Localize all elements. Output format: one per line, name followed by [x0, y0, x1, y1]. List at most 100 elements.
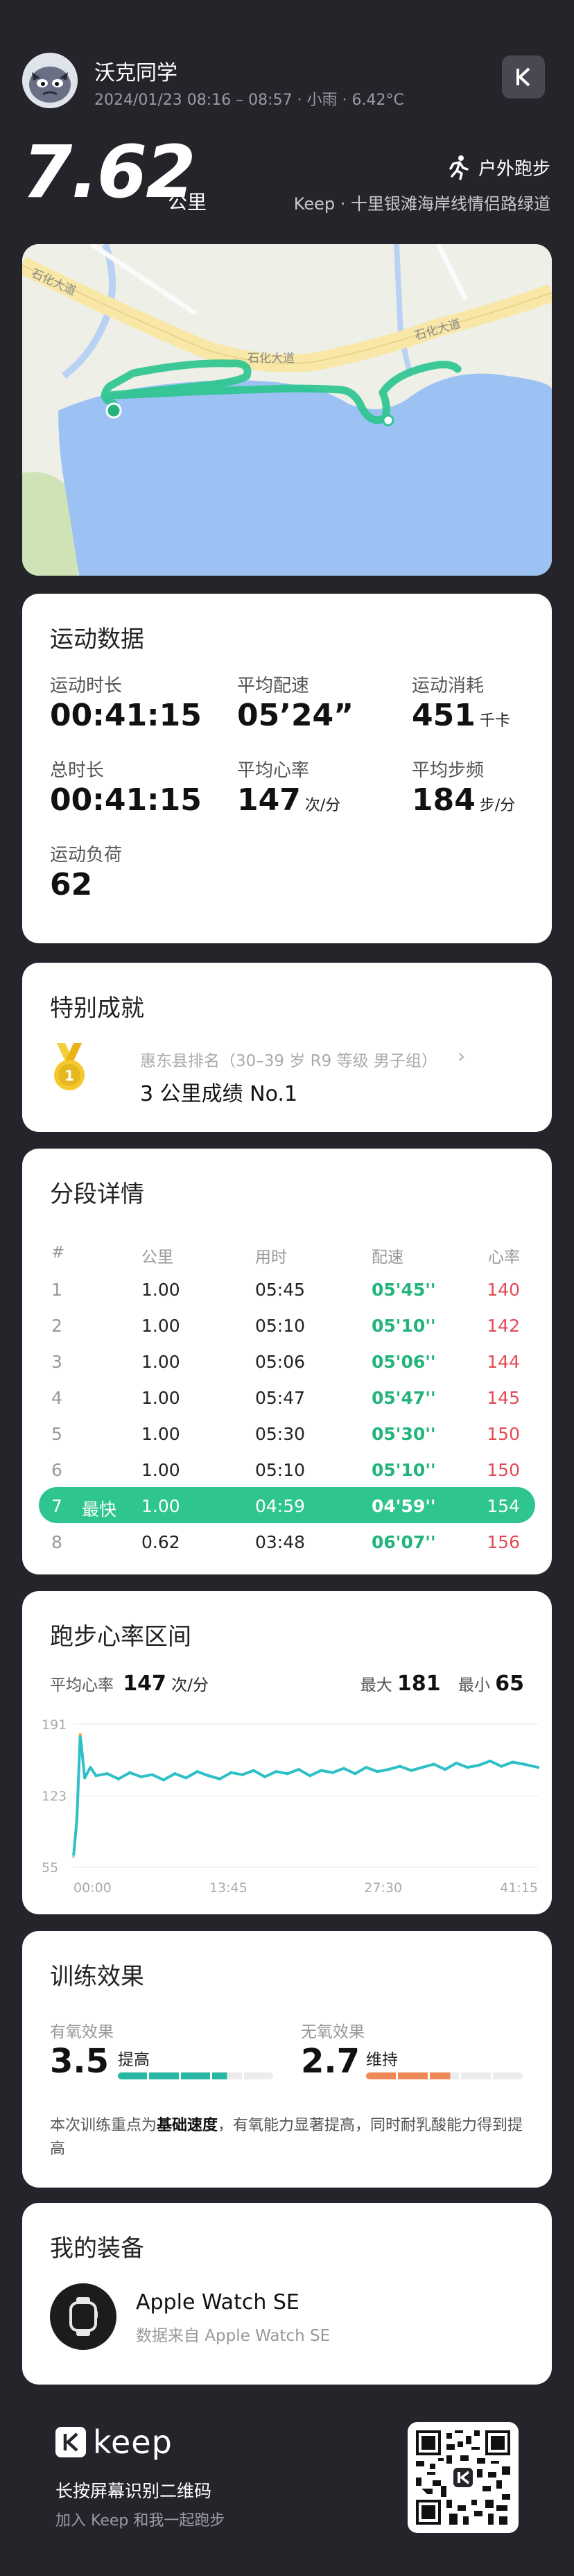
fastest-tag: 最快	[82, 1500, 117, 1520]
heart-rate-point	[365, 1765, 368, 1769]
workout-header: 沃克同学 2024/01/23 08:16 – 08:57 · 小雨 · 6.4…	[0, 0, 574, 236]
heart-rate-point	[421, 1765, 424, 1769]
heart-rate-point	[488, 1759, 492, 1763]
stat-value-duration: 00:41:15	[50, 698, 202, 733]
heart-rate-point	[308, 1774, 312, 1778]
heart-rate-point	[116, 1777, 121, 1780]
col-index: #	[51, 1244, 65, 1262]
col-pace: 配速	[372, 1248, 403, 1266]
segments-title: 分段详情	[50, 1180, 144, 1208]
heart-rate-point	[511, 1760, 514, 1764]
aerobic-value: 3.5	[50, 2042, 110, 2081]
heart-rate-point	[207, 1774, 211, 1778]
heart-rate-point	[229, 1771, 233, 1774]
equipment-item[interactable]: Apple Watch SE 数据来自 Apple Watch SE	[50, 2283, 521, 2360]
stat-value-heart-rate: 147 次/分	[237, 782, 341, 818]
device-source: 数据来自 Apple Watch SE	[136, 2327, 331, 2345]
route-start-marker	[105, 402, 122, 419]
x-tick-label: 41:15	[500, 1880, 538, 1896]
heart-rate-point	[443, 1767, 447, 1771]
stat-value-load: 62	[50, 867, 93, 902]
heart-rate-point	[398, 1764, 402, 1768]
bar-segment	[461, 2072, 492, 2079]
watch-icon	[69, 2297, 98, 2336]
heart-rate-point	[376, 1769, 379, 1774]
segments-card: 分段详情 # 公里 用时 配速 心率 1 1.00 05:45 05'45'' 140 …	[22, 1149, 552, 1574]
route-name: Keep · 十里银滩海岸线情侣路绿道	[293, 194, 550, 214]
table-row: 3 1.00 05:06 05'06'' 144	[51, 1352, 520, 1372]
heart-rate-point	[195, 1769, 199, 1774]
qr-hint: 长按屏幕识别二维码	[55, 2481, 212, 2501]
device-avatar	[50, 2283, 116, 2350]
heart-rate-point	[387, 1767, 390, 1771]
table-row-fastest: 7 最快 1.00 04:59 04'59'' 154	[39, 1487, 535, 1523]
heart-rate-point	[128, 1771, 132, 1774]
heart-rate-point	[432, 1762, 435, 1766]
anaerobic-value: 2.7	[301, 2042, 360, 2081]
route-end-marker	[382, 414, 394, 427]
heart-rate-point	[286, 1771, 289, 1776]
map-canvas: 石化大道 石化大道 石化大道	[22, 244, 552, 576]
col-time: 用时	[255, 1248, 287, 1266]
footer: keep 长按屏幕识别二维码 加入 Keep 和我一起跑步	[0, 2400, 574, 2576]
heart-rate-point	[75, 1818, 79, 1822]
heart-rate-point	[297, 1767, 301, 1771]
segments-header-row: # 公里 用时 配速 心率	[39, 1235, 535, 1271]
qr-code-image	[416, 2430, 510, 2525]
stat-value-pace: 05’24”	[237, 698, 354, 733]
achievement-item[interactable]: 1 惠东县排名（30–39 岁 R9 等级 男子组） › 3 公里成绩 No.1	[50, 1039, 521, 1108]
heart-rate-point	[353, 1771, 357, 1776]
heart-rate-chart: 191 123 55 00:00 13:45 27:30 41:15	[42, 1717, 540, 1896]
x-tick-label: 27:30	[364, 1880, 402, 1896]
stat-label-cadence: 平均步频	[412, 760, 485, 781]
heart-rate-point	[331, 1771, 334, 1774]
heart-rate-point	[94, 1774, 98, 1778]
bar-segment	[493, 2072, 523, 2079]
heart-rate-point	[89, 1765, 92, 1769]
bar-segment	[243, 2072, 273, 2079]
sport-type: 户外跑步	[445, 154, 550, 180]
achievement-title: 特别成就	[50, 995, 144, 1022]
y-tick-label: 55	[42, 1860, 58, 1875]
achievement-card: 特别成就 1 惠东县排名（30–39 岁 R9 等级 男子组） › 3 公里成绩…	[22, 963, 552, 1132]
heart-rate-point	[78, 1733, 82, 1737]
stat-value-calories: 451 千卡	[412, 698, 510, 733]
stat-label-duration: 运动时长	[50, 676, 123, 696]
training-title: 训练效果	[50, 1963, 144, 1991]
aerobic-level: 提高	[118, 2051, 150, 2069]
x-tick-label: 13:45	[209, 1880, 247, 1896]
heart-rate-point	[252, 1769, 256, 1772]
training-card: 训练效果 有氧效果 3.5 提高 无氧效果 2.7 维持 本次训练重点为基础速度…	[22, 1931, 552, 2188]
qr-code[interactable]	[408, 2422, 519, 2533]
medal-icon: 1	[54, 1043, 85, 1090]
route-map[interactable]: 石化大道 石化大道 石化大道	[22, 244, 552, 576]
segments-table: # 公里 用时 配速 心率 1 1.00 05:45 05'45'' 140 2 1.00…	[39, 1235, 535, 1559]
heart-rate-point	[184, 1776, 188, 1780]
achievement-rank: 惠东县排名（30–39 岁 R9 等级 男子组）	[140, 1052, 437, 1070]
bar-segment	[180, 2072, 211, 2079]
table-row: 6 1.00 05:10 05'10'' 150	[51, 1460, 520, 1480]
table-row: 1 1.00 05:45 05'45'' 140	[51, 1280, 520, 1300]
stats-card: 运动数据 运动时长 00:41:15 平均配速 05’24” 运动消耗 451 千…	[22, 594, 552, 943]
heart-rate-point	[320, 1769, 323, 1772]
keep-icon	[516, 67, 530, 87]
keep-logo-button[interactable]	[502, 55, 545, 98]
col-hr: 心率	[488, 1248, 520, 1266]
heart-rate-point	[139, 1775, 143, 1778]
heart-rate-point	[263, 1775, 267, 1778]
username: 沃克同学	[94, 61, 177, 85]
heart-rate-extremes: 最大 181 最小 65	[360, 1672, 524, 1696]
sea-area	[58, 373, 552, 576]
y-tick-label: 123	[42, 1789, 67, 1804]
heart-rate-point	[477, 1763, 480, 1767]
table-row: 8 0.62 03:48 06'07'' 156	[51, 1532, 520, 1552]
stat-label-load: 运动负荷	[50, 845, 123, 866]
heart-rate-point	[162, 1778, 166, 1782]
distance-unit: 公里	[168, 191, 207, 214]
invite-text: 加入 Keep 和我一起跑步	[55, 2512, 225, 2530]
stat-value-total-time: 00:41:15	[50, 782, 202, 818]
heart-rate-point	[455, 1761, 458, 1765]
device-name: Apple Watch SE	[136, 2290, 299, 2315]
running-icon	[449, 155, 469, 180]
avatar[interactable]	[22, 53, 78, 108]
